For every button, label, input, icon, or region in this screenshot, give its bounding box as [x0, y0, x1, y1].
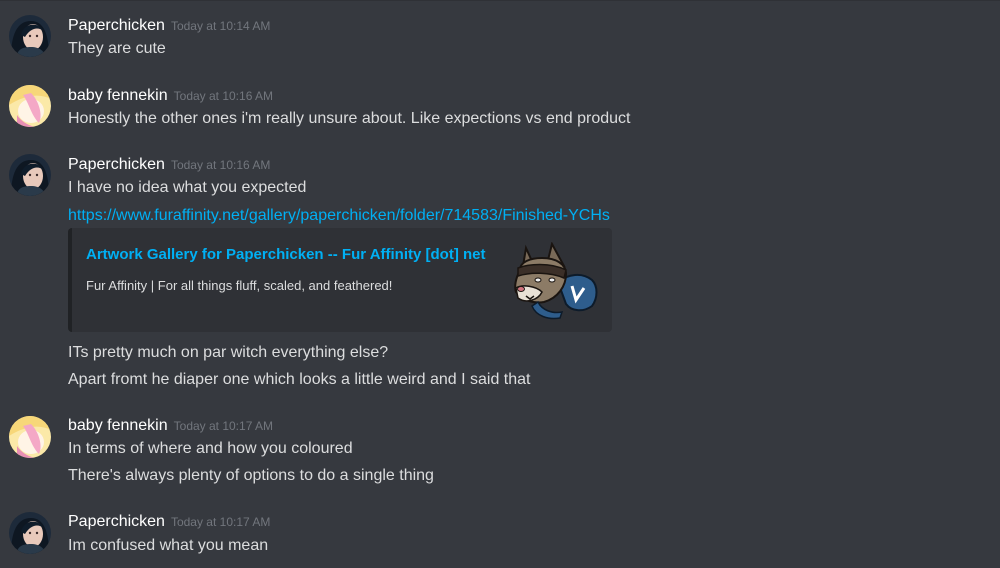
- chat-messages: Paperchicken Today at 10:14 AM They are c…: [0, 0, 1000, 568]
- fur-affinity-fox-mascot-icon[interactable]: [512, 241, 602, 320]
- message-text: ITs pretty much on par witch everything …: [68, 344, 389, 361]
- timestamp: Today at 10:16 AM: [170, 158, 271, 172]
- link-embed: Artwork Gallery for Paperchicken -- Fur …: [68, 228, 612, 332]
- message-text: They are cute: [68, 40, 166, 57]
- message-link[interactable]: https://www.furaffinity.net/gallery/pape…: [68, 206, 610, 226]
- message-header: baby fennekin Today at 10:16 AM: [68, 86, 273, 106]
- timestamp: Today at 10:17 AM: [170, 515, 271, 529]
- embed-description: Fur Affinity | For all things fluff, sca…: [86, 278, 393, 293]
- username[interactable]: Paperchicken: [68, 513, 165, 530]
- timestamp: Today at 10:16 AM: [173, 89, 274, 103]
- message-text: I have no idea what you expected: [68, 179, 307, 196]
- avatar-baby-fennekin[interactable]: [9, 85, 51, 127]
- message-text: In terms of where and how you coloured: [68, 440, 353, 457]
- username[interactable]: baby fennekin: [68, 417, 168, 434]
- message-header: Paperchicken Today at 10:16 AM: [68, 155, 270, 175]
- avatar-paperchicken[interactable]: [9, 512, 51, 554]
- username[interactable]: Paperchicken: [68, 156, 165, 173]
- embed-title[interactable]: Artwork Gallery for Paperchicken -- Fur …: [86, 246, 486, 263]
- message-header: baby fennekin Today at 10:17 AM: [68, 416, 273, 436]
- username[interactable]: baby fennekin: [68, 87, 168, 104]
- message-header: Paperchicken Today at 10:17 AM: [68, 512, 270, 532]
- username[interactable]: Paperchicken: [68, 17, 165, 34]
- avatar-paperchicken[interactable]: [9, 15, 51, 57]
- avatar-paperchicken[interactable]: [9, 154, 51, 196]
- message-header: Paperchicken Today at 10:14 AM: [68, 16, 270, 36]
- message-text: There's always plenty of options to do a…: [68, 467, 434, 484]
- message-text: Apart fromt he diaper one which looks a …: [68, 371, 531, 388]
- message-text: Honestly the other ones i'm really unsur…: [68, 110, 631, 127]
- avatar-baby-fennekin[interactable]: [9, 416, 51, 458]
- timestamp: Today at 10:14 AM: [170, 19, 271, 33]
- timestamp: Today at 10:17 AM: [173, 419, 274, 433]
- message-text: Im confused what you mean: [68, 537, 269, 554]
